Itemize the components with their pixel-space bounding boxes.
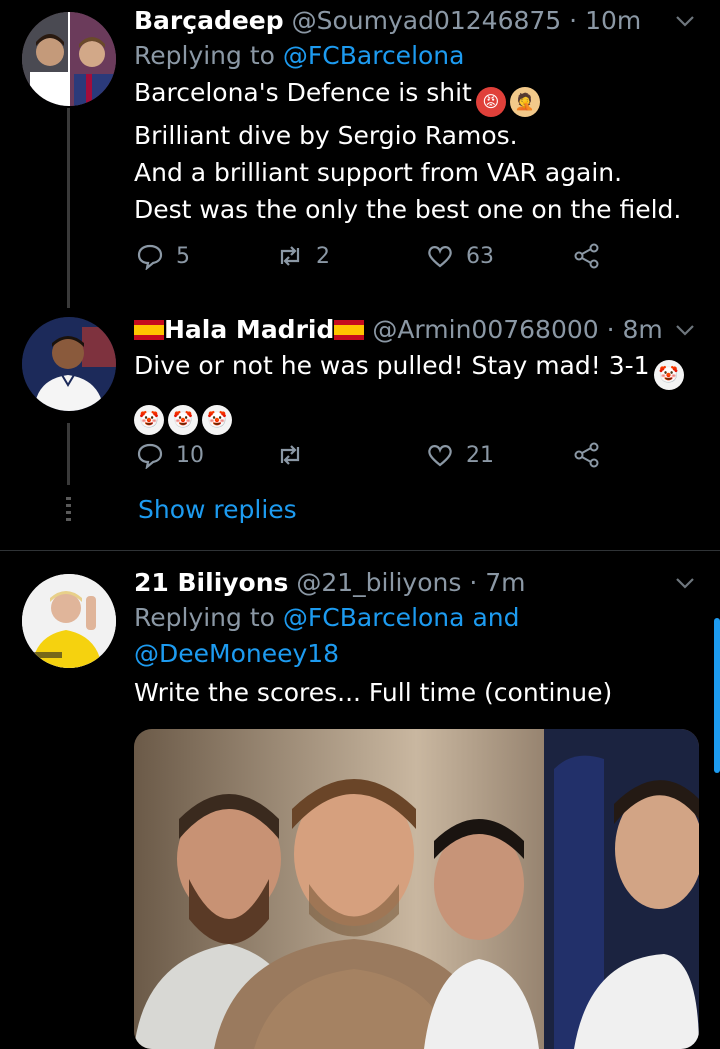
clown-face-emoji: 🤡 <box>653 360 684 390</box>
clown-face-emoji: 🤡 <box>202 405 232 435</box>
share-icon <box>574 442 599 468</box>
tweet-actions: 10 21 <box>134 441 614 481</box>
share-icon <box>574 243 599 269</box>
tweet-text: Write the scores... Full time (continue) <box>134 674 700 711</box>
chevron-down-icon[interactable] <box>672 570 698 596</box>
tweet[interactable]: Barçadeep @Soumyad01246875 · 10m Replyin… <box>0 0 720 308</box>
avatar[interactable] <box>22 574 116 668</box>
replying-to-prefix: Replying to <box>134 41 275 70</box>
show-replies-link[interactable]: Show replies <box>138 495 297 524</box>
tweet-line: Write the scores... Full time (continue) <box>134 678 613 707</box>
divider <box>0 550 720 551</box>
thread-dots <box>66 497 71 523</box>
clown-face-emoji: 🤡 <box>134 405 164 435</box>
tweet-header: Hala Madrid @Armin00768000 · 8m <box>134 313 700 347</box>
tweet-line: Dest was the only the best one on the fi… <box>134 195 682 224</box>
reply-count: 5 <box>176 243 190 269</box>
like-count: 63 <box>466 243 494 269</box>
thread-line <box>67 423 70 485</box>
separator-dot: · <box>469 568 478 597</box>
handle[interactable]: @Soumyad01246875 <box>292 6 562 35</box>
clown-face-emoji: 🤡 <box>168 405 198 435</box>
replying-to-prefix: Replying to <box>134 603 275 632</box>
like-button[interactable]: 63 <box>426 242 494 270</box>
tweet-text: Dive or not he was pulled! Stay mad! 3-1… <box>134 347 700 435</box>
replying-to-link[interactable]: @DeeMoneey18 <box>134 639 339 668</box>
tweet-line: Barcelona's Defence is shit <box>134 78 472 107</box>
timestamp[interactable]: 10m <box>585 6 641 35</box>
reply-button[interactable]: 10 <box>136 441 204 469</box>
reply-button[interactable]: 5 <box>136 242 190 270</box>
like-button[interactable]: 21 <box>426 441 494 469</box>
replying-to: Replying to @FCBarcelona and <box>134 600 700 636</box>
tweet-media-photo[interactable] <box>134 729 699 1049</box>
display-name[interactable]: Barçadeep <box>134 6 284 35</box>
share-button[interactable] <box>572 441 600 469</box>
scrollbar[interactable] <box>714 618 720 773</box>
reply-count: 10 <box>176 442 204 468</box>
tweet-text: Barcelona's Defence is shit 😡 🤦 Brilliant … <box>134 74 700 228</box>
chevron-down-icon[interactable] <box>672 8 698 34</box>
replying-to: Replying to @FCBarcelona <box>134 38 700 74</box>
tweet-header: Barçadeep @Soumyad01246875 · 10m <box>134 4 700 38</box>
tweet-line: Dive or not he was pulled! Stay mad! 3-1 <box>134 351 650 380</box>
retweet-count: 2 <box>316 243 330 269</box>
angry-face-emoji: 😡 <box>475 87 506 117</box>
chevron-down-icon[interactable] <box>672 317 698 343</box>
tweet-header: 21 Biliyons @21_biliyons · 7m <box>134 566 700 600</box>
separator-dot: · <box>606 315 615 344</box>
avatar[interactable] <box>22 12 116 106</box>
tweet[interactable]: Hala Madrid @Armin00768000 · 8m Dive or … <box>0 305 720 545</box>
heart-icon <box>428 445 452 467</box>
person-facepalming-emoji: 🤦 <box>509 87 540 117</box>
replying-to-link[interactable]: @FCBarcelona <box>283 41 465 70</box>
like-count: 21 <box>466 442 494 468</box>
replying-to-and: and <box>472 603 520 632</box>
display-name[interactable]: Hala Madrid <box>164 315 334 344</box>
tweet-line: And a brilliant support from VAR again. <box>134 158 623 187</box>
display-name[interactable]: 21 Biliyons <box>134 568 288 597</box>
replying-to-second-line: @DeeMoneey18 <box>134 636 700 672</box>
retweet-icon <box>280 445 300 465</box>
spain-flag <box>134 320 164 340</box>
tweet-line: Brilliant dive by Sergio Ramos. <box>134 121 518 150</box>
replying-to-link[interactable]: @FCBarcelona <box>283 603 465 632</box>
timestamp[interactable]: 8m <box>623 315 663 344</box>
retweet-icon <box>280 246 300 266</box>
retweet-button[interactable] <box>276 441 304 469</box>
heart-icon <box>428 246 452 268</box>
reply-icon <box>137 244 163 270</box>
share-button[interactable] <box>572 242 600 270</box>
handle[interactable]: @Armin00768000 <box>372 315 598 344</box>
timestamp[interactable]: 7m <box>485 568 525 597</box>
tweet-actions: 5 2 63 <box>134 242 614 282</box>
separator-dot: · <box>569 6 578 35</box>
reply-icon <box>137 443 163 469</box>
thread-line <box>67 108 70 308</box>
spain-flag <box>334 320 365 340</box>
handle[interactable]: @21_biliyons <box>296 568 461 597</box>
photo-image <box>134 729 699 1049</box>
retweet-button[interactable]: 2 <box>276 242 330 270</box>
avatar[interactable] <box>22 317 116 411</box>
